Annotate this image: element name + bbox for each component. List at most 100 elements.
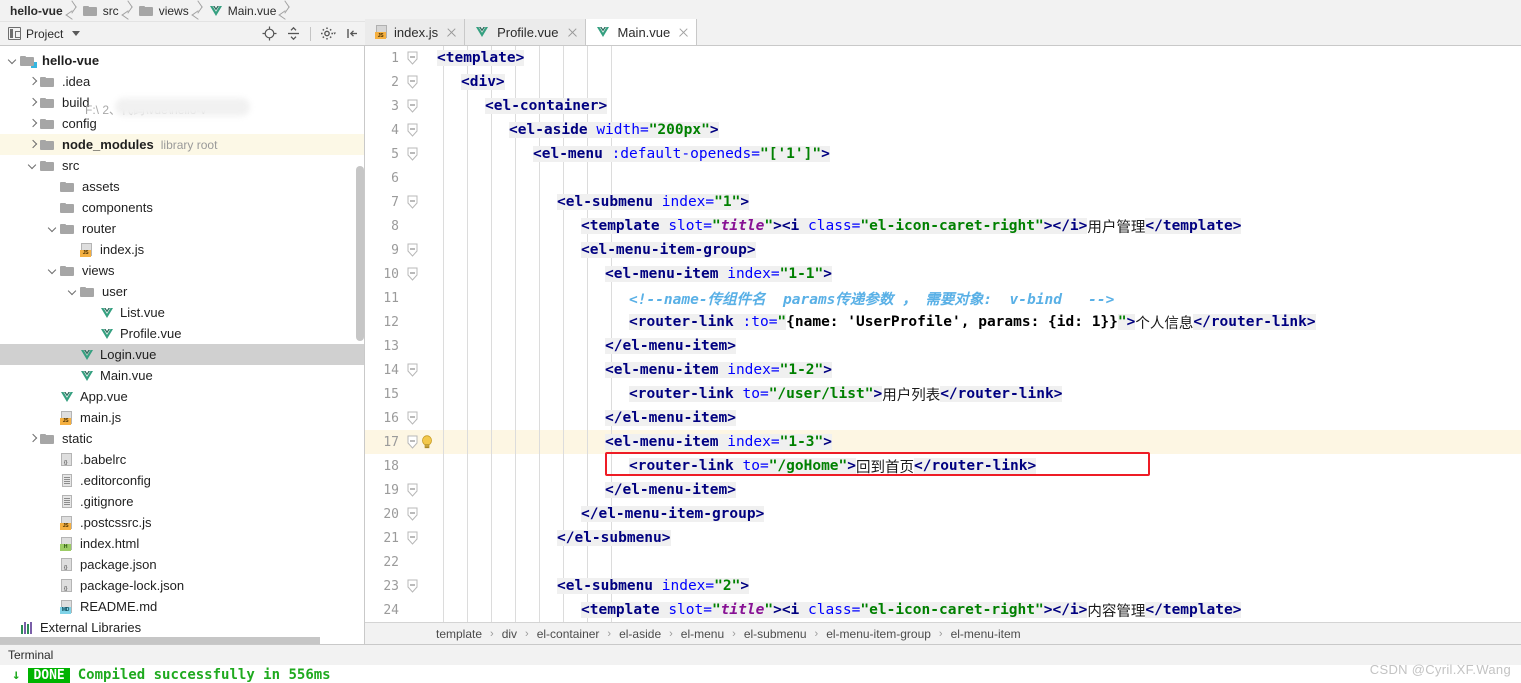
code-line[interactable]: <template slot= " title " ><i class= "el-icon…: [581, 598, 1242, 622]
fold-marker-icon[interactable]: [403, 51, 421, 66]
terminal-output[interactable]: ↓ DONE Compiled successfully in 556ms: [0, 665, 1521, 683]
code-line[interactable]: <template>: [437, 46, 525, 70]
editor-breadcrumb-item[interactable]: el-container: [536, 627, 601, 641]
chevron-down-icon[interactable]: [46, 264, 59, 277]
tree-item-views[interactable]: views: [0, 260, 364, 281]
intention-bulb-icon[interactable]: [421, 435, 433, 453]
chevron-right-icon[interactable]: [26, 75, 39, 88]
tree-item-assets[interactable]: assets: [0, 176, 364, 197]
tree-item-login-vue[interactable]: Login.vue: [0, 344, 364, 365]
tree-vertical-scrollbar[interactable]: [356, 166, 364, 341]
tree-item-babelrc[interactable]: {} .babelrc: [0, 449, 364, 470]
code-line[interactable]: </el-menu-item>: [605, 406, 736, 430]
tree-item-main-js[interactable]: JS main.js: [0, 407, 364, 428]
code-editor[interactable]: 1 <template> 2 <div> 3 <el-container> 4 <el-asi…: [365, 46, 1521, 644]
tree-item-postcssrc-js[interactable]: JS .postcssrc.js: [0, 512, 364, 533]
hide-panel-icon[interactable]: [341, 23, 363, 45]
navbar-crumb-project[interactable]: hello-vue: [4, 0, 79, 22]
chevron-right-icon[interactable]: [26, 138, 39, 151]
fold-marker-icon[interactable]: [403, 195, 421, 210]
tree-item-idea[interactable]: .idea: [0, 71, 364, 92]
close-icon[interactable]: [567, 27, 578, 38]
tree-item-app-vue[interactable]: App.vue: [0, 386, 364, 407]
code-line[interactable]: <el-menu-item index= "1-3" >: [605, 430, 832, 454]
settings-gear-icon[interactable]: [317, 23, 339, 45]
code-line[interactable]: </el-menu-item>: [605, 334, 736, 358]
fold-marker-icon[interactable]: [403, 75, 421, 90]
chevron-down-icon[interactable]: [6, 54, 19, 67]
fold-marker-icon[interactable]: [403, 147, 421, 162]
editor-breadcrumb-item[interactable]: el-menu-item-group: [825, 627, 932, 641]
chevron-down-icon[interactable]: [26, 159, 39, 172]
close-icon[interactable]: [446, 27, 457, 38]
project-tree-panel[interactable]: hello-vue .idea build config node_modules lib…: [0, 46, 365, 644]
editor-breadcrumb-item[interactable]: el-menu: [680, 627, 725, 641]
code-line[interactable]: <router-link to= "/goHome" > 回到首页 </router-l…: [629, 454, 1037, 478]
fold-marker-icon[interactable]: [403, 483, 421, 498]
editor-breadcrumb-item[interactable]: div: [501, 627, 518, 641]
editor-breadcrumb-item[interactable]: template: [435, 627, 483, 641]
editor-breadcrumb-item[interactable]: el-aside: [618, 627, 662, 641]
locate-target-icon[interactable]: [258, 23, 280, 45]
tree-item-readme-md[interactable]: MD README.md: [0, 596, 364, 617]
tree-item-package-lock-json[interactable]: {} package-lock.json: [0, 575, 364, 596]
code-line[interactable]: <template slot= " title " ><i class= "el-icon…: [581, 214, 1242, 238]
collapse-all-icon[interactable]: [282, 23, 304, 45]
navbar-crumb-src[interactable]: src: [79, 0, 135, 22]
close-icon[interactable]: [678, 27, 689, 38]
tree-item-list-vue[interactable]: List.vue: [0, 302, 364, 323]
tree-item-gitignore[interactable]: .gitignore: [0, 491, 364, 512]
tree-item-main-vue[interactable]: Main.vue: [0, 365, 364, 386]
fold-marker-icon[interactable]: [403, 579, 421, 594]
fold-marker-icon[interactable]: [403, 243, 421, 258]
chevron-right-icon[interactable]: [26, 96, 39, 109]
chevron-down-icon[interactable]: [46, 222, 59, 235]
chevron-right-icon[interactable]: [26, 432, 39, 445]
editor-breadcrumb-item[interactable]: el-menu-item: [950, 627, 1022, 641]
navbar-crumb-file[interactable]: Main.vue: [205, 0, 293, 22]
code-line[interactable]: <el-submenu index= "2" >: [557, 574, 750, 598]
code-line[interactable]: <div>: [461, 70, 505, 94]
navbar-crumb-views[interactable]: views: [135, 0, 205, 22]
tab-index-js[interactable]: JS index.js: [365, 19, 466, 45]
code-line[interactable]: </el-menu-item>: [605, 478, 736, 502]
code-area[interactable]: 1 <template> 2 <div> 3 <el-container> 4 <el-asi…: [365, 46, 1521, 622]
fold-marker-icon[interactable]: [403, 363, 421, 378]
code-line[interactable]: </el-submenu>: [557, 526, 671, 550]
code-line[interactable]: </el-menu-item-group>: [581, 502, 765, 526]
code-line[interactable]: <el-menu-item-group>: [581, 238, 756, 262]
code-line[interactable]: <router-link :to= " {name: 'UserProfile', …: [629, 310, 1316, 334]
fold-marker-icon[interactable]: [403, 411, 421, 426]
tree-item-package-json[interactable]: {} package.json: [0, 554, 364, 575]
code-line[interactable]: <el-menu-item index= "1-1" >: [605, 262, 832, 286]
code-line[interactable]: <el-submenu index= "1" >: [557, 190, 750, 214]
tree-item-node-modules[interactable]: node_modules library root: [0, 134, 364, 155]
code-line[interactable]: <!--name-传组件名 params传递参数 ， 需要对象: v-bind …: [629, 286, 1114, 310]
project-panel-button[interactable]: Project: [0, 22, 86, 46]
tree-item-user[interactable]: user: [0, 281, 364, 302]
fold-marker-icon[interactable]: [403, 531, 421, 546]
code-line[interactable]: <router-link to= "/user/list" > 用户列表 </route…: [629, 382, 1063, 406]
code-line[interactable]: <el-container>: [485, 94, 608, 118]
tree-item-profile-vue[interactable]: Profile.vue: [0, 323, 364, 344]
tree-item-editorconfig[interactable]: .editorconfig: [0, 470, 364, 491]
tree-item-index-js[interactable]: JS index.js: [0, 239, 364, 260]
tab-profile-vue[interactable]: Profile.vue: [465, 19, 586, 45]
fold-marker-icon[interactable]: [403, 99, 421, 114]
terminal-tab-bar[interactable]: Terminal: [0, 644, 1521, 665]
fold-marker-icon[interactable]: [403, 267, 421, 282]
fold-marker-icon[interactable]: [403, 507, 421, 522]
code-line[interactable]: <el-menu-item index= "1-2" >: [605, 358, 832, 382]
editor-breadcrumb-item[interactable]: el-submenu: [743, 627, 808, 641]
tree-item-hello-vue[interactable]: hello-vue: [0, 50, 364, 71]
chevron-down-icon[interactable]: [66, 285, 79, 298]
chevron-right-icon[interactable]: [26, 117, 39, 130]
tree-item-index-html[interactable]: Hindex.html: [0, 533, 364, 554]
tree-item-components[interactable]: components: [0, 197, 364, 218]
tab-main-vue[interactable]: Main.vue: [585, 19, 698, 45]
tree-item-external-libraries[interactable]: External Libraries: [0, 617, 364, 638]
tree-item-router[interactable]: router: [0, 218, 364, 239]
tree-item-src[interactable]: src: [0, 155, 364, 176]
code-line[interactable]: <el-menu :default-openeds= "['1']" >: [533, 142, 830, 166]
fold-marker-icon[interactable]: [403, 435, 421, 450]
